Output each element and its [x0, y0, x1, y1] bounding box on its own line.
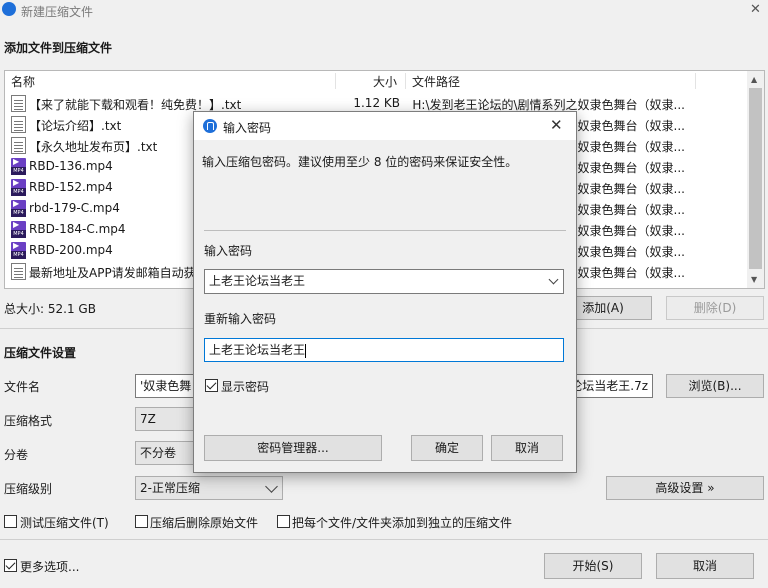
filename-value-left: '奴隶色舞: [140, 379, 192, 393]
column-header-path[interactable]: 文件路径: [412, 73, 460, 90]
filename-value-right: 论坛当老王.7z: [570, 379, 648, 393]
window-title: 新建压缩文件: [21, 5, 94, 19]
dialog-title-bar: 输入密码 ✕: [194, 112, 576, 140]
file-name: RBD-136.mp4: [29, 159, 113, 173]
delete-after-checkbox[interactable]: [135, 515, 148, 528]
file-name: RBD-152.mp4: [29, 180, 113, 194]
window-close-button[interactable]: ✕: [743, 0, 768, 22]
file-path: 奴隶色舞台（奴隶...: [577, 266, 685, 280]
file-name: RBD-200.mp4: [29, 243, 113, 257]
ok-button[interactable]: 确定: [411, 435, 483, 461]
level-select[interactable]: 2-正常压缩: [135, 476, 283, 500]
divider: [0, 539, 768, 540]
file-path: 奴隶色舞台（奴隶...: [577, 245, 685, 259]
dialog-description: 输入压缩包密码。建议使用至少 8 位的密码来保证安全性。: [202, 155, 518, 169]
test-archive-checkbox[interactable]: [4, 515, 17, 528]
app-logo-icon: [2, 2, 16, 16]
chevron-down-icon: [265, 480, 278, 493]
file-path: 奴隶色舞台（奴隶...: [577, 119, 685, 133]
dialog-title: 输入密码: [223, 121, 272, 135]
advanced-settings-button[interactable]: 高级设置 »: [606, 476, 764, 500]
scroll-down-icon[interactable]: ▼: [751, 275, 757, 284]
title-bar: 新建压缩文件 ✕: [0, 0, 768, 22]
password-label: 输入密码: [204, 244, 253, 258]
file-path: 奴隶色舞台（奴隶...: [577, 203, 685, 217]
more-options-checkbox[interactable]: [4, 559, 17, 572]
format-label: 压缩格式: [4, 414, 53, 428]
text-file-icon: [11, 263, 26, 280]
total-size: 总大小: 52.1 GB: [4, 302, 96, 316]
show-password-checkbox[interactable]: [205, 379, 218, 392]
file-name: 【永久地址发布页】.txt: [29, 140, 158, 154]
text-file-icon: [11, 116, 26, 133]
lock-icon: [203, 119, 217, 133]
video-file-icon: [11, 199, 26, 217]
file-path: 奴隶色舞台（奴隶...: [577, 140, 685, 154]
files-section-heading: 添加文件到压缩文件: [4, 41, 113, 55]
password-dialog: 输入密码 ✕ 输入压缩包密码。建议使用至少 8 位的密码来保证安全性。 输入密码…: [193, 111, 577, 473]
file-size: 1.12 KB: [353, 96, 400, 110]
file-name: rbd-179-C.mp4: [29, 201, 120, 215]
password-manager-button[interactable]: 密码管理器...: [204, 435, 382, 461]
video-file-icon: [11, 220, 26, 238]
filename-label: 文件名: [4, 380, 41, 394]
video-file-icon: [11, 178, 26, 196]
reenter-password-value: 上老王论坛当老王: [209, 343, 306, 357]
show-password-label: 显示密码: [221, 380, 270, 394]
video-file-icon: [11, 157, 26, 175]
test-archive-label: 测试压缩文件(T): [20, 516, 109, 530]
text-file-icon: [11, 137, 26, 154]
chevron-down-icon[interactable]: [548, 274, 559, 285]
browse-button[interactable]: 浏览(B)...: [666, 374, 764, 398]
password-value: 上老王论坛当老王: [209, 274, 306, 288]
start-button[interactable]: 开始(S): [544, 553, 642, 579]
text-file-icon: [11, 95, 26, 112]
file-path: 奴隶色舞台（奴隶...: [577, 182, 685, 196]
dialog-cancel-button[interactable]: 取消: [491, 435, 563, 461]
dialog-description-area: 输入压缩包密码。建议使用至少 8 位的密码来保证安全性。: [194, 140, 576, 230]
scroll-up-icon[interactable]: ▲: [751, 75, 757, 84]
more-options-label: 更多选项...: [20, 560, 80, 574]
file-path: 奴隶色舞台（奴隶...: [577, 224, 685, 238]
delete-button[interactable]: 删除(D): [666, 296, 764, 320]
cancel-button[interactable]: 取消: [656, 553, 754, 579]
file-name: 【论坛介绍】.txt: [29, 119, 122, 133]
reenter-password-label: 重新输入密码: [204, 312, 277, 326]
column-separator: [335, 73, 336, 89]
reenter-password-input[interactable]: 上老王论坛当老王: [204, 338, 564, 362]
column-separator: [405, 73, 406, 89]
settings-heading: 压缩文件设置: [4, 346, 77, 360]
file-name: 最新地址及APP请发邮箱自动获: [29, 266, 196, 280]
dialog-divider: [204, 230, 566, 231]
separate-archives-label: 把每个文件/文件夹添加到独立的压缩文件: [292, 516, 513, 530]
level-value: 2-正常压缩: [140, 481, 200, 495]
video-file-icon: [11, 241, 26, 259]
scrollbar-thumb[interactable]: [749, 88, 762, 269]
file-name: RBD-184-C.mp4: [29, 222, 126, 236]
split-label: 分卷: [4, 448, 29, 462]
level-label: 压缩级别: [4, 482, 53, 496]
delete-after-label: 压缩后删除原始文件: [150, 516, 259, 530]
password-input[interactable]: 上老王论坛当老王: [204, 269, 564, 294]
text-caret: [305, 343, 307, 358]
separate-archives-checkbox[interactable]: [277, 515, 290, 528]
column-header-size[interactable]: 大小: [373, 73, 397, 90]
column-separator: [695, 73, 696, 89]
dialog-close-button[interactable]: ✕: [550, 116, 563, 134]
file-path: 奴隶色舞台（奴隶...: [577, 161, 685, 175]
column-header-name[interactable]: 名称: [11, 73, 35, 90]
